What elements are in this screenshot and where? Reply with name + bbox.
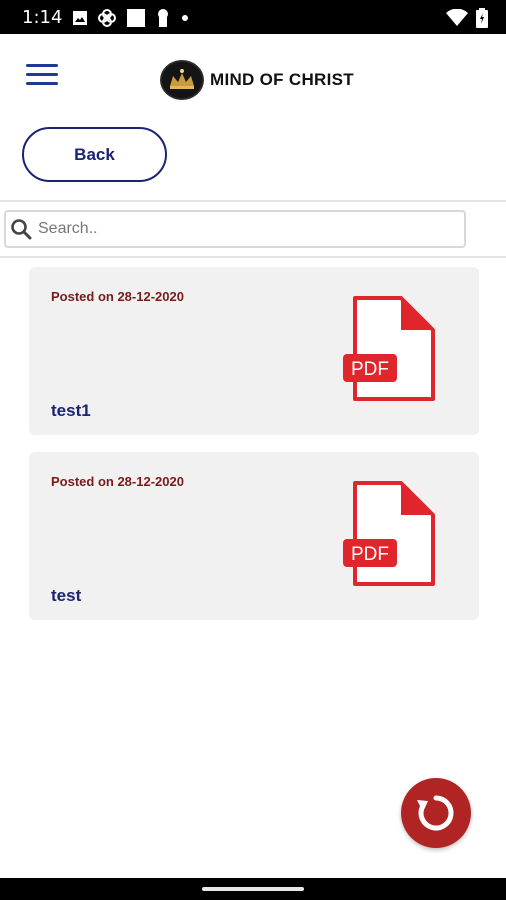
search-field[interactable] <box>4 210 466 248</box>
back-button[interactable]: Back <box>22 127 167 182</box>
svg-text:PDF: PDF <box>351 544 389 565</box>
app-title: MIND OF CHRIST <box>210 70 354 89</box>
pdf-file-icon: PDF <box>343 296 435 401</box>
brand: MIND OF CHRIST <box>160 60 354 100</box>
post-date: Posted on 28-12-2020 <box>51 289 184 304</box>
search-bar <box>0 200 506 258</box>
keyhole-icon <box>158 9 168 27</box>
post-card[interactable]: Posted on 28-12-2020 test PDF <box>29 452 479 620</box>
pinwheel-icon <box>98 9 116 27</box>
search-icon <box>11 219 32 240</box>
hamburger-icon <box>26 64 58 67</box>
search-input[interactable] <box>38 220 458 238</box>
system-icons <box>446 8 488 28</box>
post-date: Posted on 28-12-2020 <box>51 474 184 489</box>
battery-icon <box>476 8 488 28</box>
post-title: test1 <box>51 401 91 420</box>
post-title: test <box>51 586 82 605</box>
app-logo <box>160 60 204 100</box>
home-gesture-handle[interactable] <box>202 887 304 891</box>
menu-button[interactable] <box>26 64 58 86</box>
svg-text:PDF: PDF <box>351 359 389 380</box>
post-card[interactable]: Posted on 28-12-2020 test1 PDF <box>29 267 479 435</box>
refresh-button[interactable] <box>401 778 471 848</box>
refresh-icon <box>417 795 454 831</box>
square-icon <box>127 9 145 27</box>
status-time: 1:14 <box>22 7 63 28</box>
system-nav-bar <box>0 878 506 900</box>
image-icon <box>73 11 87 25</box>
wifi-icon <box>446 9 468 26</box>
dot-icon <box>182 15 188 21</box>
pdf-file-icon: PDF <box>343 481 435 586</box>
app-header: MIND OF CHRIST <box>0 34 506 124</box>
logo-crown-icon <box>162 62 202 98</box>
status-bar: 1:14 <box>0 0 506 34</box>
notification-icons <box>72 8 190 28</box>
